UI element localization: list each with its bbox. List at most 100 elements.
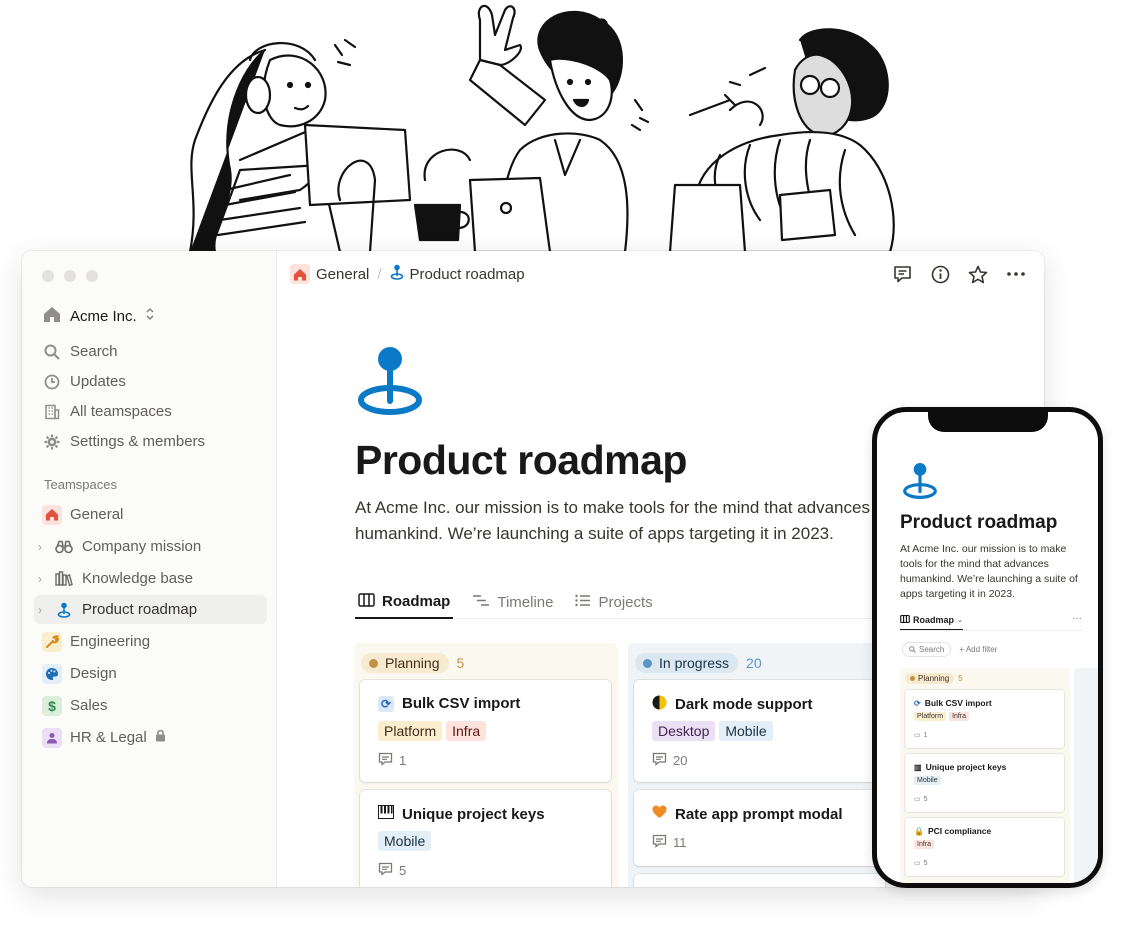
- phone-search-input[interactable]: Search: [902, 642, 952, 657]
- status-dot: [369, 658, 378, 668]
- lock-icon: [155, 729, 166, 746]
- sidebar-item-design[interactable]: Design: [34, 659, 267, 688]
- board-icon: [358, 592, 375, 611]
- close-window-button[interactable]: [42, 270, 54, 282]
- board-card[interactable]: Rate app prompt modal 11: [634, 790, 885, 866]
- timeline-icon: [472, 594, 490, 611]
- breadcrumb-separator: /: [377, 265, 382, 283]
- tag-mobile: Mobile: [719, 721, 773, 741]
- tab-label: Projects: [598, 594, 653, 611]
- sidebar-item-engineering[interactable]: Engineering: [34, 627, 267, 656]
- piano-icon: [378, 805, 394, 823]
- phone-tab-roadmap[interactable]: Roadmap ⌄: [900, 615, 963, 630]
- sidebar-item-settings[interactable]: Settings & members: [34, 427, 267, 456]
- card-title: ▥ Unique project keys: [914, 762, 1006, 772]
- card-title-text: Dark mode support: [675, 696, 813, 713]
- comment-count: ▭ 5: [914, 795, 928, 804]
- comment-icon[interactable]: [892, 264, 912, 284]
- comment-icon: [378, 862, 393, 879]
- comment-icon: [378, 752, 393, 769]
- card-title: ⟳ Bulk CSV import: [378, 695, 520, 712]
- workspace-switcher[interactable]: Acme Inc.: [42, 305, 155, 327]
- card-tags: Platform Infra: [914, 712, 970, 721]
- sidebar-item-all-teamspaces[interactable]: All teamspaces: [34, 397, 267, 426]
- chevron-right-icon[interactable]: ›: [38, 603, 48, 617]
- breadcrumb-general[interactable]: General: [316, 266, 369, 283]
- tab-roadmap[interactable]: Roadmap: [355, 586, 454, 619]
- palette-icon: [42, 663, 62, 684]
- more-icon[interactable]: [1006, 264, 1026, 284]
- sidebar-item-search[interactable]: Search: [34, 337, 267, 366]
- tab-projects[interactable]: Projects: [572, 586, 655, 619]
- page-actions: [892, 264, 1026, 284]
- house-icon: [42, 504, 62, 525]
- card-tags: Platform Infra: [378, 721, 487, 741]
- card-title: ⟳ Bulk CSV import: [914, 698, 992, 708]
- board-card[interactable]: [634, 874, 885, 887]
- gear-icon: [42, 432, 62, 452]
- more-icon[interactable]: ···: [1072, 613, 1082, 624]
- binoculars-icon: [54, 537, 74, 557]
- board-card[interactable]: ⟳ Bulk CSV import Platform Infra 1: [360, 680, 611, 782]
- tag-platform: Platform: [378, 721, 443, 741]
- card-title-text: PCI compliance: [927, 826, 992, 836]
- sidebar-item-general[interactable]: General: [34, 500, 267, 529]
- phone-board-card[interactable]: ▥ Unique project keys Mobile ▭ 5: [905, 754, 1064, 812]
- phone-page-title: Product roadmap: [900, 512, 1058, 533]
- tag-mobile: Mobile: [914, 776, 941, 785]
- map-pin-icon: [54, 600, 74, 620]
- chevron-right-icon[interactable]: ›: [38, 572, 48, 586]
- clock-icon: [42, 372, 62, 392]
- card-title-text: Unique project keys: [925, 762, 1007, 772]
- board-card[interactable]: Unique project keys Mobile 5: [360, 790, 611, 887]
- column-count: 20: [746, 655, 762, 671]
- tag-desktop: Desktop: [652, 721, 716, 741]
- search-label: Search: [919, 645, 945, 654]
- tab-timeline[interactable]: Timeline: [469, 586, 556, 619]
- sidebar-item-company-mission[interactable]: › Company mission: [34, 532, 267, 561]
- breadcrumb-product-roadmap[interactable]: Product roadmap: [410, 266, 525, 283]
- info-icon[interactable]: [930, 264, 950, 284]
- workspace-name: Acme Inc.: [70, 307, 137, 325]
- column-name: Planning: [385, 655, 440, 671]
- status-badge: Planning: [905, 673, 955, 684]
- card-title-text: Bulk CSV import: [924, 698, 992, 708]
- maximize-window-button[interactable]: [86, 270, 98, 282]
- comment-icon: [652, 834, 667, 851]
- minimize-window-button[interactable]: [64, 270, 76, 282]
- board-column-in-progress: In progress 20 Dark mode support Desktop…: [628, 643, 892, 887]
- add-filter-button[interactable]: + Add filter: [959, 645, 997, 654]
- comment-count: 20: [652, 752, 687, 769]
- comment-icon: ▭: [914, 796, 921, 803]
- tag-infra: Infra: [446, 721, 487, 741]
- map-pin-icon[interactable]: [356, 345, 424, 422]
- phone-board-card[interactable]: 🔒 PCI compliance Infra ▭ 5: [905, 818, 1064, 876]
- breadcrumb: General / Product roadmap: [290, 263, 525, 285]
- chevron-updown-icon: [145, 307, 155, 325]
- sidebar-item-label: HR & Legal: [70, 729, 147, 746]
- card-title: Dark mode support: [652, 695, 813, 714]
- comment-count-value: 5: [399, 863, 407, 878]
- sidebar-item-product-roadmap[interactable]: › Product roadmap: [34, 595, 267, 624]
- sidebar-item-updates[interactable]: Updates: [34, 367, 267, 396]
- phone-board-card[interactable]: ⟳ Bulk CSV import Platform Infra ▭ 1: [905, 690, 1064, 748]
- lock-icon: 🔒: [914, 826, 924, 836]
- status-badge: Planning: [361, 653, 449, 673]
- card-title: Rate app prompt modal: [652, 805, 843, 823]
- tab-label: Roadmap: [382, 593, 451, 610]
- sidebar-item-hr-legal[interactable]: HR & Legal: [34, 723, 267, 752]
- sidebar-item-knowledge-base[interactable]: › Knowledge base: [34, 564, 267, 593]
- sidebar-item-label: Company mission: [82, 538, 202, 555]
- sidebar-item-label: Design: [70, 665, 117, 682]
- sidebar-item-sales[interactable]: $ Sales: [34, 691, 267, 720]
- board-card[interactable]: Dark mode support Desktop Mobile 20: [634, 680, 885, 782]
- chevron-down-icon: ⌄: [957, 617, 963, 624]
- comment-count-value: 11: [673, 835, 687, 850]
- teamspaces-heading: Teamspaces: [44, 477, 117, 492]
- comment-count-value: 1: [923, 731, 928, 739]
- phone-filter-bar: Search + Add filter: [902, 642, 997, 657]
- sidebar-item-label: Search: [70, 343, 118, 360]
- chevron-right-icon[interactable]: ›: [38, 540, 48, 554]
- star-icon[interactable]: [968, 264, 988, 284]
- comment-count: 5: [378, 862, 406, 879]
